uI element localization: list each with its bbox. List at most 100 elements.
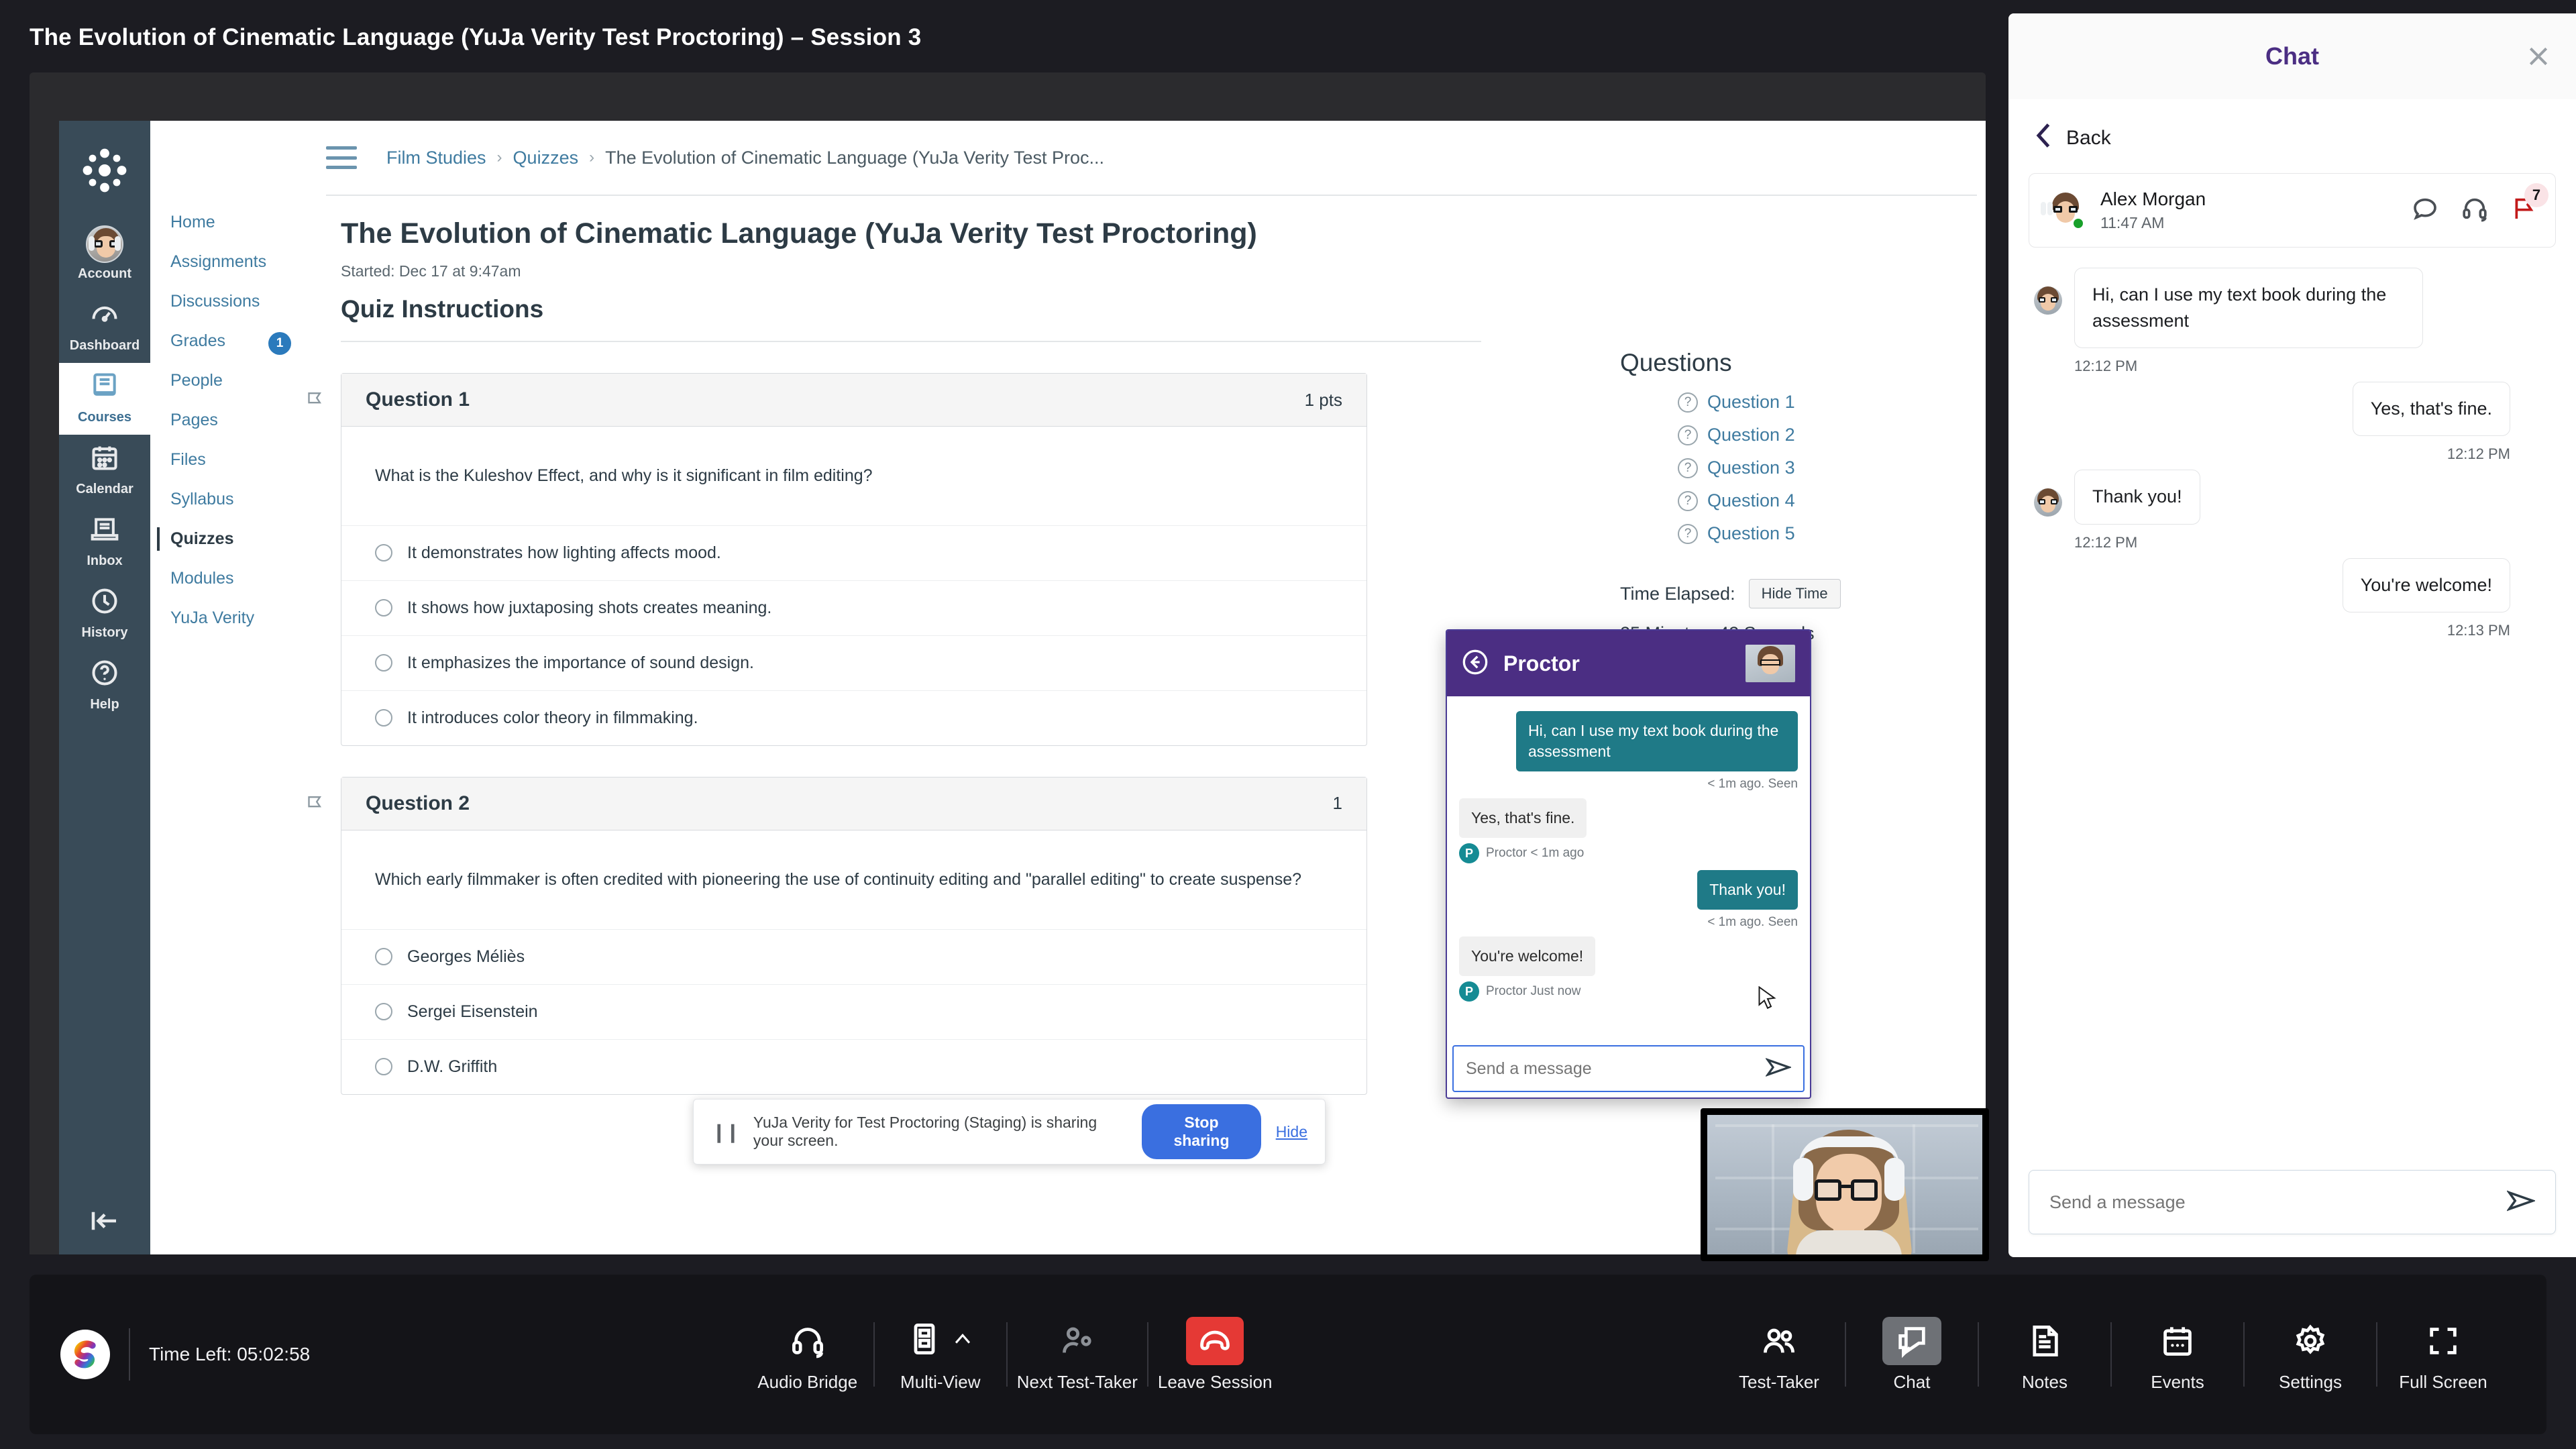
sidebar-item-courses[interactable]: Courses: [59, 363, 150, 435]
radio-button[interactable]: [375, 1058, 392, 1075]
question-circle-icon: [59, 658, 150, 694]
list-item[interactable]: ? Question 4: [1678, 490, 1986, 511]
flag-question-icon[interactable]: [307, 391, 325, 413]
sidebar-item-inbox[interactable]: Inbox: [59, 506, 150, 578]
answer-option[interactable]: It demonstrates how lighting affects moo…: [341, 525, 1366, 580]
course-nav-item-home[interactable]: Home: [150, 203, 303, 242]
events-button[interactable]: Events: [2112, 1310, 2243, 1399]
toolbar-button-label: Next Test-Taker: [1017, 1372, 1138, 1393]
sidebar-item-account[interactable]: Account: [59, 217, 150, 291]
question-text: Which early filmmaker is often credited …: [341, 830, 1366, 929]
course-nav-item-modules[interactable]: Modules: [150, 559, 303, 598]
list-item[interactable]: ? Question 5: [1678, 523, 1986, 544]
close-icon[interactable]: [2525, 43, 2552, 70]
question-link[interactable]: Question 1: [1707, 392, 1795, 413]
hide-time-button[interactable]: Hide Time: [1749, 579, 1841, 608]
dashboard-gauge-icon: [59, 299, 150, 335]
send-icon[interactable]: [1766, 1057, 1791, 1081]
course-nav-item-quizzes[interactable]: Quizzes: [150, 519, 303, 559]
answer-option[interactable]: It shows how juxtaposing shots creates m…: [341, 580, 1366, 635]
headset-icon[interactable]: [2461, 195, 2488, 225]
questions-sidebar: Questions ? Question 1 ? Question 2 ? Qu: [1620, 349, 1986, 644]
course-nav-item-files[interactable]: Files: [150, 440, 303, 480]
stop-sharing-button[interactable]: Stop sharing: [1142, 1104, 1260, 1159]
course-nav-label: Quizzes: [170, 529, 233, 548]
answer-option[interactable]: D.W. Griffith: [341, 1039, 1366, 1094]
answer-option[interactable]: It introduces color theory in filmmaking…: [341, 690, 1366, 745]
message-icon[interactable]: [2412, 195, 2438, 225]
proctor-chat-popup: Proctor Hi, can I use my text book durin…: [1446, 629, 1811, 1099]
question-link[interactable]: Question 2: [1707, 425, 1795, 445]
course-nav-item-yuja-verity[interactable]: YuJa Verity: [150, 598, 303, 638]
proctor-webcam-thumbnail[interactable]: [1746, 645, 1795, 682]
course-nav-label: YuJa Verity: [170, 608, 254, 627]
answer-option[interactable]: It emphasizes the importance of sound de…: [341, 635, 1366, 690]
course-nav-label: People: [170, 371, 223, 390]
settings-button[interactable]: Settings: [2245, 1310, 2376, 1399]
next-test-taker-button[interactable]: Next Test-Taker: [1008, 1310, 1147, 1399]
breadcrumb-course[interactable]: Film Studies: [386, 148, 486, 168]
radio-button[interactable]: [375, 948, 392, 965]
course-nav-item-syllabus[interactable]: Syllabus: [150, 480, 303, 519]
mouse-cursor-icon: [1758, 986, 1778, 1012]
answer-label: It shows how juxtaposing shots creates m…: [407, 598, 771, 618]
question-link[interactable]: Question 4: [1707, 490, 1795, 511]
sidebar-item-dashboard[interactable]: Dashboard: [59, 291, 150, 363]
sidebar-item-calendar[interactable]: Calendar: [59, 435, 150, 506]
message-bubble: Yes, that's fine.: [1459, 798, 1587, 838]
webcam-pip[interactable]: [1701, 1108, 1989, 1261]
message-timestamp: 12:12 PM: [2074, 534, 2200, 551]
proctor-message-input[interactable]: [1466, 1059, 1766, 1079]
radio-button[interactable]: [375, 1003, 392, 1020]
course-nav-item-pages[interactable]: Pages: [150, 400, 303, 440]
radio-button[interactable]: [375, 599, 392, 616]
message-bubble: You're welcome!: [2343, 558, 2510, 612]
sidebar-item-help[interactable]: Help: [59, 650, 150, 722]
question-link[interactable]: Question 3: [1707, 458, 1795, 478]
hamburger-menu-icon[interactable]: [326, 146, 357, 169]
quiz-instructions-heading: Quiz Instructions: [341, 295, 1977, 323]
radio-button[interactable]: [375, 654, 392, 672]
question-card: Question 2 1 Which early filmmaker is of…: [341, 777, 1367, 1095]
list-item[interactable]: ? Question 2: [1678, 425, 1986, 445]
question-points: 1 pts: [1305, 390, 1342, 411]
collapse-nav-button[interactable]: [59, 1210, 150, 1236]
chat-message-input[interactable]: [2049, 1192, 2507, 1213]
sidebar-item-history[interactable]: History: [59, 578, 150, 650]
answer-option[interactable]: Sergei Eisenstein: [341, 984, 1366, 1039]
audio-bridge-button[interactable]: Audio Bridge: [742, 1310, 873, 1399]
course-nav-item-grades[interactable]: Grades 1: [150, 321, 303, 361]
back-button[interactable]: Back: [2008, 99, 2576, 161]
chat-message-incoming: Yes, that's fine. P Proctor < 1m ago: [1459, 798, 1798, 863]
send-icon[interactable]: [2507, 1189, 2535, 1216]
course-nav-item-assignments[interactable]: Assignments: [150, 242, 303, 282]
chat-button[interactable]: Chat: [1846, 1310, 1978, 1399]
chevron-up-icon[interactable]: [951, 1328, 974, 1354]
leave-session-button[interactable]: Leave Session: [1148, 1310, 1282, 1399]
question-link[interactable]: Question 5: [1707, 523, 1795, 544]
hang-up-icon: [1186, 1317, 1244, 1365]
proctor-avatar: P: [1459, 981, 1479, 1002]
answer-label: Georges Méliès: [407, 947, 525, 967]
course-nav-item-people[interactable]: People: [150, 361, 303, 400]
breadcrumb-separator-icon: ›: [497, 148, 502, 167]
hide-share-bar-link[interactable]: Hide: [1276, 1123, 1307, 1141]
answer-option[interactable]: Georges Méliès: [341, 929, 1366, 984]
flag-icon[interactable]: [2511, 213, 2538, 225]
radio-button[interactable]: [375, 709, 392, 727]
chat-peer-card[interactable]: Alex Morgan 11:47 AM 7: [2029, 173, 2556, 248]
notes-button[interactable]: Notes: [1979, 1310, 2110, 1399]
test-taker-button[interactable]: Test-Taker: [1713, 1310, 1845, 1399]
course-nav-item-discussions[interactable]: Discussions: [150, 282, 303, 321]
question-mark-icon: ?: [1678, 425, 1698, 445]
flag-question-icon[interactable]: [307, 795, 325, 816]
breadcrumb-section[interactable]: Quizzes: [513, 148, 579, 168]
full-screen-button[interactable]: Full Screen: [2377, 1310, 2509, 1399]
back-arrow-icon[interactable]: [1462, 649, 1489, 679]
chat-input-row: [2029, 1170, 2556, 1234]
chat-message-outgoing: Yes, that's fine. 12:12 PM: [2034, 382, 2551, 463]
multi-view-button[interactable]: Multi-View: [875, 1310, 1006, 1399]
list-item[interactable]: ? Question 1: [1678, 392, 1986, 413]
radio-button[interactable]: [375, 544, 392, 561]
list-item[interactable]: ? Question 3: [1678, 458, 1986, 478]
